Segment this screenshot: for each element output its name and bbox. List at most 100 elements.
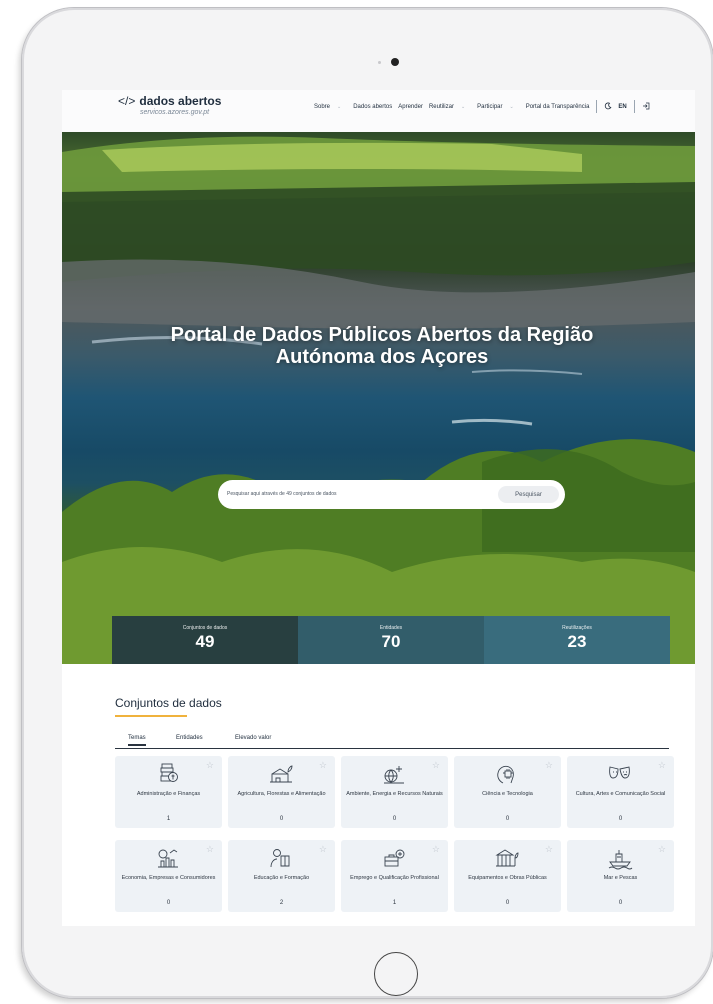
card-count: 0 (618, 816, 623, 822)
theme-card-economia[interactable]: ☆ Economia, Empresas e Consumidores 0 (115, 840, 222, 912)
stat-value: 23 (567, 632, 587, 651)
search-input[interactable] (227, 488, 487, 500)
star-icon[interactable]: ☆ (432, 760, 440, 771)
card-count: 0 (618, 900, 623, 906)
chevron-down-icon: ⌄ (337, 103, 342, 110)
stat-label: Entidades (379, 625, 403, 631)
card-count: 1 (166, 816, 171, 822)
culture-icon (609, 766, 630, 779)
star-icon[interactable]: ☆ (658, 844, 666, 855)
hero-title-line2: Autónoma dos Açores (275, 346, 489, 368)
menu-reutilizar[interactable]: Reutilizar ⌄ (429, 104, 471, 110)
card-count: 2 (279, 900, 284, 906)
section-title: Conjuntos de dados (115, 696, 222, 710)
card-name: Emprego e Qualificação Profissional (350, 875, 439, 881)
menu-sobre[interactable]: Sobre ⌄ (314, 104, 347, 110)
public-works-icon (495, 849, 519, 867)
menu-reutilizar-label: Reutilizar (428, 103, 454, 110)
section-title-underline (115, 715, 187, 717)
menu-participar-label: Participar (477, 103, 503, 110)
menu-divider (596, 100, 598, 113)
site-logo[interactable]: </> dados abertos servicos.azores.gov.pt (118, 94, 221, 116)
card-count: 0 (505, 900, 510, 906)
stat-value: 70 (381, 632, 401, 651)
card-count: 0 (392, 816, 397, 822)
theme-card-emprego[interactable]: ☆ Emprego e Qualificação Profissional 1 (341, 840, 448, 912)
theme-card-ambiente[interactable]: ☆ Ambiente, Energia e Recursos Naturais … (341, 756, 448, 828)
dark-mode-icon[interactable] (604, 102, 612, 112)
stat-label: Conjuntos de dados (182, 625, 228, 631)
tab-elevado-valor[interactable]: Elevado valor (235, 735, 271, 741)
star-icon[interactable]: ☆ (319, 844, 327, 855)
employment-icon (384, 849, 405, 867)
card-count: 0 (279, 816, 284, 822)
stat-label: Reutilizações (562, 625, 592, 631)
card-name: Administração e Finanças (136, 791, 201, 797)
finance-icon (160, 763, 178, 782)
menu-participar[interactable]: Participar ⌄ (477, 104, 520, 110)
main-menu: Sobre ⌄ Dados abertos Aprender Reutilizar… (314, 100, 656, 113)
card-name: Ciência e Tecnologia (482, 791, 533, 797)
menu-sobre-label: Sobre (314, 103, 331, 110)
menu-portal-transparencia[interactable]: Portal da Transparência (526, 104, 590, 110)
card-name: Economia, Empresas e Consumidores (121, 875, 216, 881)
star-icon[interactable]: ☆ (206, 760, 214, 771)
star-icon[interactable]: ☆ (319, 760, 327, 771)
datasets-tabs: Temas Entidades Elevado valor (115, 734, 669, 749)
tab-temas[interactable]: Temas (128, 735, 146, 746)
card-name: Equipamentos e Obras Públicas (468, 875, 547, 881)
star-icon[interactable]: ☆ (545, 844, 553, 855)
star-icon[interactable]: ☆ (432, 844, 440, 855)
card-name: Agricultura, Florestas e Alimentação (237, 791, 326, 797)
screen: </> dados abertos servicos.azores.gov.pt … (62, 90, 695, 926)
hero-landscape-image (62, 136, 695, 664)
home-button[interactable] (374, 952, 418, 996)
science-icon (497, 765, 514, 784)
card-count: 0 (166, 900, 171, 906)
camera (391, 58, 399, 66)
chevron-down-icon: ⌄ (460, 103, 466, 110)
stat-value: 49 (195, 632, 215, 651)
logo-text: dados abertos (139, 94, 222, 108)
search-box: Pesquisar (218, 480, 565, 509)
sea-fishing-icon (608, 850, 633, 870)
education-icon (270, 849, 290, 868)
theme-card-administracao[interactable]: ☆ Administração e Finanças 1 (115, 756, 222, 828)
economy-icon (158, 849, 178, 868)
hero-title-line1: Portal de Dados Públicos Abertos da Regi… (170, 324, 594, 346)
theme-card-equipamentos[interactable]: ☆ Equipamentos e Obras Públicas 0 (454, 840, 561, 912)
menu-divider (633, 100, 635, 113)
theme-card-agricultura[interactable]: ☆ Agricultura, Florestas e Alimentação 0 (228, 756, 335, 828)
star-icon[interactable]: ☆ (545, 760, 553, 771)
tab-entidades[interactable]: Entidades (176, 735, 203, 741)
login-icon[interactable] (642, 102, 650, 112)
hero-section: Portal de Dados Públicos Abertos da Regi… (62, 132, 695, 664)
theme-card-cultura[interactable]: ☆ Cultura, Artes e Comunicação Social 0 (567, 756, 674, 828)
navbar: </> dados abertos servicos.azores.gov.pt … (62, 90, 695, 132)
menu-aprender[interactable]: Aprender (398, 104, 423, 110)
logo-subtitle: servicos.azores.gov.pt (140, 109, 210, 116)
agriculture-icon (270, 765, 293, 783)
code-icon: </> (118, 94, 136, 108)
theme-card-mar-pescas[interactable]: ☆ Mar e Pescas 0 (567, 840, 674, 912)
environment-icon (384, 766, 404, 784)
menu-dados-abertos[interactable]: Dados abertos (353, 104, 392, 110)
star-icon[interactable]: ☆ (206, 844, 214, 855)
card-count: 1 (392, 900, 397, 906)
theme-card-educacao[interactable]: ☆ Educação e Formação 2 (228, 840, 335, 912)
theme-card-ciencia[interactable]: ☆ Ciência e Tecnologia 0 (454, 756, 561, 828)
search-button[interactable]: Pesquisar (498, 486, 559, 503)
sensor (378, 61, 381, 64)
card-name: Educação e Formação (253, 875, 310, 881)
card-name: Cultura, Artes e Comunicação Social (575, 791, 666, 797)
card-name: Mar e Pescas (603, 875, 638, 881)
card-name: Ambiente, Energia e Recursos Naturais (346, 791, 443, 797)
chevron-down-icon: ⌄ (509, 103, 514, 110)
stat-conjuntos[interactable]: Conjuntos de dados 49 (112, 616, 298, 664)
stat-reutilizacoes[interactable]: Reutilizações 23 (484, 616, 670, 664)
card-count: 0 (505, 816, 510, 822)
hero-title: Portal de Dados Públicos Abertos da Regi… (122, 324, 642, 368)
star-icon[interactable]: ☆ (658, 760, 666, 771)
stat-entidades[interactable]: Entidades 70 (298, 616, 484, 664)
language-switch[interactable]: EN (618, 104, 626, 110)
